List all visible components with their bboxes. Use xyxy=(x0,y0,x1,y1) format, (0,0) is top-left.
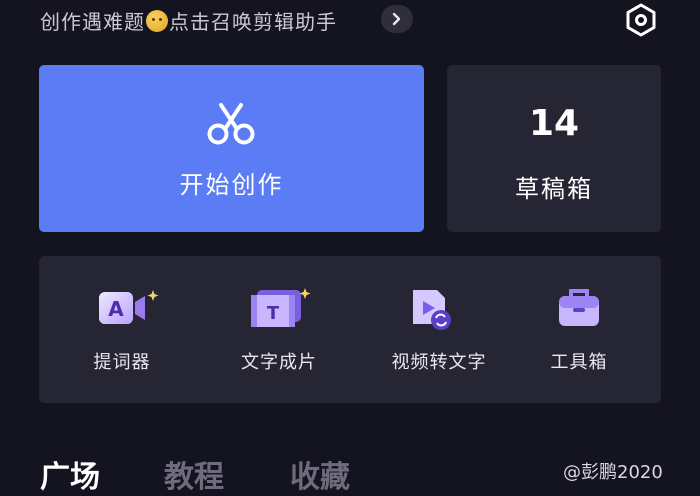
tools-panel: A 提词器 T 文字成片 视频转文字 工具箱 xyxy=(39,256,661,403)
tool-text-to-video-label: 文字成片 xyxy=(241,352,317,373)
svg-text:T: T xyxy=(267,303,280,324)
toolbox-icon xyxy=(559,289,599,326)
tool-teleprompter[interactable]: A 提词器 xyxy=(59,256,185,403)
tab-tutorials[interactable]: 教程 xyxy=(164,452,224,496)
tool-teleprompter-label: 提词器 xyxy=(93,352,151,373)
tool-toolbox-label: 工具箱 xyxy=(550,352,608,373)
tab-plaza[interactable]: 广场 xyxy=(40,452,100,496)
watermark: @彭鹏2020 xyxy=(563,462,663,483)
tool-video-to-text[interactable]: 视频转文字 xyxy=(369,256,509,403)
video-to-text-icon xyxy=(413,290,451,330)
drafts-label: 草稿箱 xyxy=(515,175,593,203)
chevron-right-icon xyxy=(392,12,401,26)
teleprompter-icon: A xyxy=(99,290,159,324)
top-bar: 创作遇难题 点击召唤剪辑助手 xyxy=(0,0,700,44)
hexagon-settings-icon xyxy=(626,3,656,37)
tool-text-to-video[interactable]: T 文字成片 xyxy=(209,256,349,403)
svg-text:A: A xyxy=(108,297,124,321)
scissors-icon xyxy=(207,103,255,145)
settings-button[interactable] xyxy=(621,0,661,40)
text-to-video-icon: T xyxy=(251,288,311,327)
prompt-text-before: 创作遇难题 xyxy=(40,10,145,34)
start-creating-card[interactable]: 开始创作 xyxy=(39,65,424,232)
drafts-count: 14 xyxy=(528,103,580,144)
thinking-face-icon xyxy=(146,10,168,32)
assistant-prompt[interactable]: 创作遇难题 点击召唤剪辑助手 xyxy=(40,6,337,35)
tool-toolbox[interactable]: 工具箱 xyxy=(519,256,639,403)
start-creating-label: 开始创作 xyxy=(179,171,284,199)
assistant-open-button[interactable] xyxy=(381,5,413,33)
prompt-text-after: 点击召唤剪辑助手 xyxy=(169,10,337,34)
drafts-card[interactable]: 14 草稿箱 xyxy=(447,65,661,232)
tab-favorites[interactable]: 收藏 xyxy=(290,452,350,496)
tool-video-to-text-label: 视频转文字 xyxy=(391,352,487,373)
